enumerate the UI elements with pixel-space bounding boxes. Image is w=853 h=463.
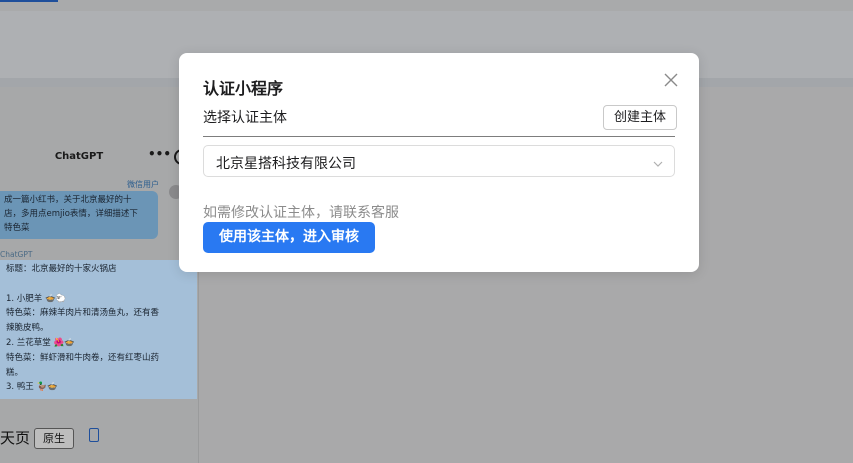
- bot-message-line: 1. 小肥羊 🍲🐑: [6, 293, 67, 304]
- user-message-line: 成一篇小红书，关于北京最好的十: [4, 195, 132, 205]
- bot-message-line: 标题：北京最好的十家火锅店: [6, 264, 117, 274]
- user-message-line: 特色菜: [4, 223, 30, 233]
- bot-message-line: 特色菜：鲜虾滑和牛肉卷，还有红枣山药: [6, 352, 160, 363]
- hint-text: 如需修改认证主体，请联系客服: [203, 205, 399, 221]
- use-entity-submit-button[interactable]: 使用该主体，进入审核: [203, 222, 375, 253]
- page-type-label: 天页: [0, 429, 31, 447]
- bot-message-line: 2. 兰花草堂 🌺🍲: [6, 337, 75, 348]
- bot-message-line: 3. 鸭王 🦆🍲: [6, 382, 58, 393]
- certify-dialog: 认证小程序 选择认证主体 创建主体 北京星搭科技有限公司 如需修改认证主体，请联…: [179, 53, 699, 272]
- top-link[interactable]: [0, 0, 58, 2]
- native-button[interactable]: 原生: [34, 428, 74, 449]
- bot-message-line: 糕。: [6, 367, 24, 378]
- dialog-title: 认证小程序: [203, 79, 284, 98]
- entity-select-value: 北京星搭科技有限公司: [216, 156, 356, 172]
- close-icon[interactable]: [663, 72, 679, 88]
- user-message-line: 店，多用点emjio表情，详细描述下: [4, 209, 138, 219]
- bot-message-line: [6, 277, 191, 292]
- divider: [203, 136, 675, 137]
- bot-tag: ChatGPT: [0, 250, 33, 259]
- bot-message-line: 辣脆皮鸭。: [6, 323, 49, 334]
- chevron-down-icon: [652, 155, 664, 174]
- create-entity-button[interactable]: 创建主体: [603, 105, 677, 130]
- phone-title: ChatGPT: [54, 151, 104, 162]
- top-bar: [0, 0, 853, 11]
- more-icon: •••: [148, 147, 172, 161]
- section-label: 选择认证主体: [203, 110, 287, 126]
- bot-message-line: 特色菜：麻辣羊肉片和清汤鱼丸，还有香: [6, 308, 160, 319]
- entity-select[interactable]: 北京星搭科技有限公司: [203, 145, 675, 177]
- user-tag: 微信用户: [127, 180, 159, 189]
- phone-preview: ChatGPT ••• 微信用户 成一篇小红书，关于北京最好的十 店，多用点em…: [0, 143, 197, 399]
- phone-icon[interactable]: [89, 428, 99, 442]
- bot-message-bubble: 标题：北京最好的十家火锅店 1. 小肥羊 🍲🐑 特色菜：麻辣羊肉片和清汤鱼丸，还…: [0, 260, 197, 399]
- user-message-bubble: 成一篇小红书，关于北京最好的十 店，多用点emjio表情，详细描述下 特色菜: [0, 191, 158, 239]
